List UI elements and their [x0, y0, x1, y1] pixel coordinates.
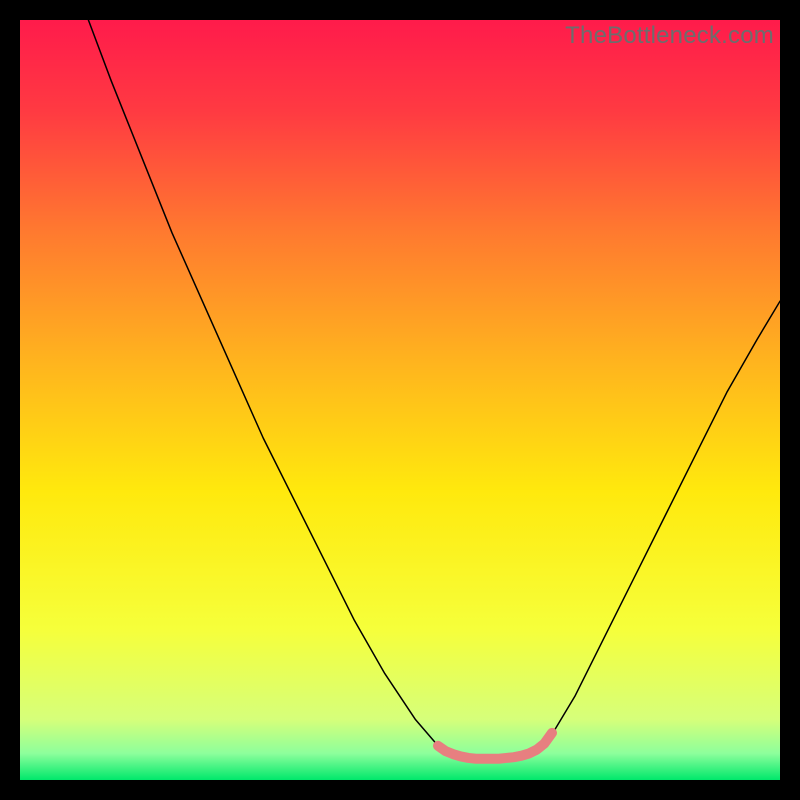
- bottleneck-chart: [20, 20, 780, 780]
- gradient-background: [20, 20, 780, 780]
- chart-frame: TheBottleneck.com: [20, 20, 780, 780]
- watermark-text: TheBottleneck.com: [565, 22, 774, 50]
